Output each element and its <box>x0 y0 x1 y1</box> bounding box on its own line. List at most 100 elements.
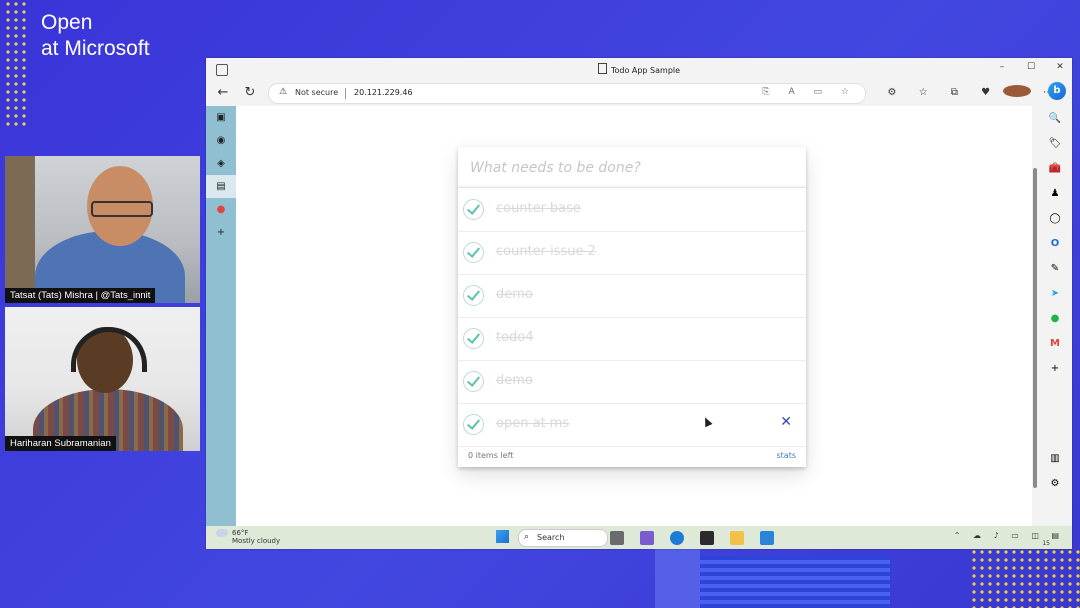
weather-desc: Mostly cloudy <box>232 537 281 545</box>
tab-panel-icon[interactable]: ▣ <box>206 106 236 129</box>
address-row: ← ↻ ⚠ Not secure 20.121.229.46 ⎘ A ▭ ☆ ⚙… <box>206 80 1072 106</box>
address-bar[interactable]: ⚠ Not secure 20.121.229.46 ⎘ A ▭ ☆ <box>268 83 866 104</box>
decor-dots-right <box>970 548 1080 608</box>
vscode-icon[interactable] <box>760 531 775 545</box>
todo-item[interactable]: demo <box>458 274 806 318</box>
whatsapp-icon[interactable]: ● <box>1038 306 1072 331</box>
system-tray[interactable]: ⌃ ☁ ♪ ▭ ◫ ▤ 15 <box>954 531 1064 547</box>
search-icon[interactable]: 🔍 <box>1038 106 1072 131</box>
clock: 15 <box>1042 540 1050 547</box>
speaker-glasses <box>91 201 153 217</box>
decor-block <box>655 548 700 608</box>
video-feed-1: Tatsat (Tats) Mishra | @Tats_innit <box>5 156 200 303</box>
todo-tab-icon[interactable]: ▤ <box>206 175 236 198</box>
warning-icon: ⚠ <box>279 87 288 97</box>
video-caption-2: Hariharan Subramanian <box>5 436 116 451</box>
add-sidebar-app-icon[interactable]: + <box>1038 356 1072 381</box>
gmail-icon[interactable]: M <box>1038 331 1072 356</box>
task-view-icon[interactable] <box>610 531 624 545</box>
omnibox-icons: ⎘ A ▭ ☆ <box>762 87 857 97</box>
new-tab-icon[interactable]: + <box>206 221 236 244</box>
github-tab-icon[interactable]: ◉ <box>206 129 236 152</box>
scrollbar-thumb[interactable] <box>1033 168 1037 488</box>
stats-link[interactable]: stats <box>776 451 796 460</box>
items-left-count: 0 items left <box>468 451 514 460</box>
refresh-button[interactable]: ↻ <box>241 84 259 102</box>
page-icon <box>597 63 607 74</box>
games-icon[interactable]: ♟ <box>1038 181 1072 206</box>
todo-footer: 0 items left stats <box>458 445 806 467</box>
video-feed-2: Hariharan Subramanian <box>5 307 200 451</box>
app-available-icon[interactable]: ⎘ <box>762 87 777 97</box>
taskbar-search-label: Search <box>537 533 565 542</box>
settings-gear-icon[interactable]: ⚙ <box>1038 471 1072 496</box>
security-label[interactable]: Not secure <box>295 88 338 97</box>
todo-checkbox[interactable] <box>463 328 484 349</box>
todo-label[interactable]: counter-base <box>496 201 581 216</box>
weather-temp: 66°F <box>232 529 249 537</box>
url-text[interactable]: 20.121.229.46 <box>354 88 413 97</box>
telegram-icon[interactable]: ➤ <box>1038 281 1072 306</box>
maximize-button[interactable]: ☐ <box>1024 62 1038 72</box>
outlook-icon[interactable]: O <box>1038 231 1072 256</box>
teams-icon[interactable] <box>640 531 655 545</box>
cloud-icon <box>216 529 228 537</box>
delete-todo-icon[interactable]: ✕ <box>780 414 792 430</box>
todo-item[interactable]: open at ms ✕ <box>458 403 806 447</box>
decor-stripes <box>700 556 890 608</box>
page-content: counter-base counter issue 2 demo todo4 … <box>236 106 1032 526</box>
video-background-door <box>5 156 35 303</box>
record-tab-icon[interactable]: ● <box>206 198 236 221</box>
start-button[interactable] <box>496 530 509 543</box>
taskbar-search[interactable]: ⌕ Search <box>518 529 608 547</box>
weather-widget[interactable]: 66°F Mostly cloudy <box>216 529 280 545</box>
sidebar-layout-icon[interactable]: ▥ <box>1038 446 1072 471</box>
todo-item[interactable]: counter-base <box>458 188 806 232</box>
favorite-star-icon[interactable]: ☆ <box>841 87 857 97</box>
todo-app: counter-base counter issue 2 demo todo4 … <box>458 147 806 467</box>
todo-item[interactable]: todo4 <box>458 317 806 361</box>
designer-icon[interactable]: ✎ <box>1038 256 1072 281</box>
shopping-tag-icon[interactable]: 🏷 <box>1038 131 1072 156</box>
todo-label[interactable]: counter issue 2 <box>496 244 596 259</box>
new-todo-input[interactable] <box>468 157 792 179</box>
immersive-reader-icon[interactable]: ▭ <box>814 87 831 97</box>
todo-checkbox[interactable] <box>463 242 484 263</box>
address-separator <box>345 88 346 99</box>
minimize-button[interactable]: – <box>995 62 1009 72</box>
windows-taskbar: 66°F Mostly cloudy ⌕ Search ⌃ ☁ ♪ ▭ ◫ ▤ 1… <box>206 526 1072 549</box>
tools-icon[interactable]: 🧰 <box>1038 156 1072 181</box>
todo-label[interactable]: demo <box>496 287 533 302</box>
edge-icon[interactable] <box>670 531 685 545</box>
close-button[interactable]: ✕ <box>1053 62 1067 72</box>
back-button[interactable]: ← <box>214 84 232 102</box>
todo-checkbox[interactable] <box>463 371 484 392</box>
health-icon[interactable]: ♥ <box>972 87 1000 98</box>
toolbar-icons: ⚙ ☆ ⧉ ♥ ⋯ <box>878 85 1062 98</box>
file-explorer-icon[interactable] <box>730 531 745 545</box>
window-title: Todo App Sample <box>206 63 1072 75</box>
new-todo-area <box>458 147 806 188</box>
todo-checkbox[interactable] <box>463 414 484 435</box>
extensions-icon[interactable]: ⚙ <box>878 87 906 98</box>
favorites-icon[interactable]: ☆ <box>909 87 937 98</box>
read-aloud-icon[interactable]: A <box>788 87 802 97</box>
todo-checkbox[interactable] <box>463 285 484 306</box>
profile-button[interactable] <box>1002 85 1031 98</box>
microsoft-tab-icon[interactable]: ◈ <box>206 152 236 175</box>
todo-label[interactable]: open at ms <box>496 416 569 431</box>
todo-item[interactable]: demo <box>458 360 806 404</box>
todo-item[interactable]: counter issue 2 <box>458 231 806 275</box>
microsoft365-icon[interactable]: ◯ <box>1038 206 1072 231</box>
todo-label[interactable]: demo <box>496 373 533 388</box>
terminal-icon[interactable] <box>700 531 715 545</box>
brand-line-1: Open <box>41 11 93 34</box>
vertical-tabs-sidebar: ▣ ◉ ◈ ▤ ● + <box>206 106 236 526</box>
todo-label[interactable]: todo4 <box>496 330 534 345</box>
video-caption-1: Tatsat (Tats) Mishra | @Tats_innit <box>5 288 156 303</box>
todo-checkbox[interactable] <box>463 199 484 220</box>
collections-icon[interactable]: ⧉ <box>940 87 968 98</box>
copilot-button[interactable]: b <box>1048 82 1066 100</box>
search-icon: ⌕ <box>524 532 530 542</box>
browser-window: Todo App Sample – ☐ ✕ ← ↻ ⚠ Not secure 2… <box>206 58 1072 549</box>
